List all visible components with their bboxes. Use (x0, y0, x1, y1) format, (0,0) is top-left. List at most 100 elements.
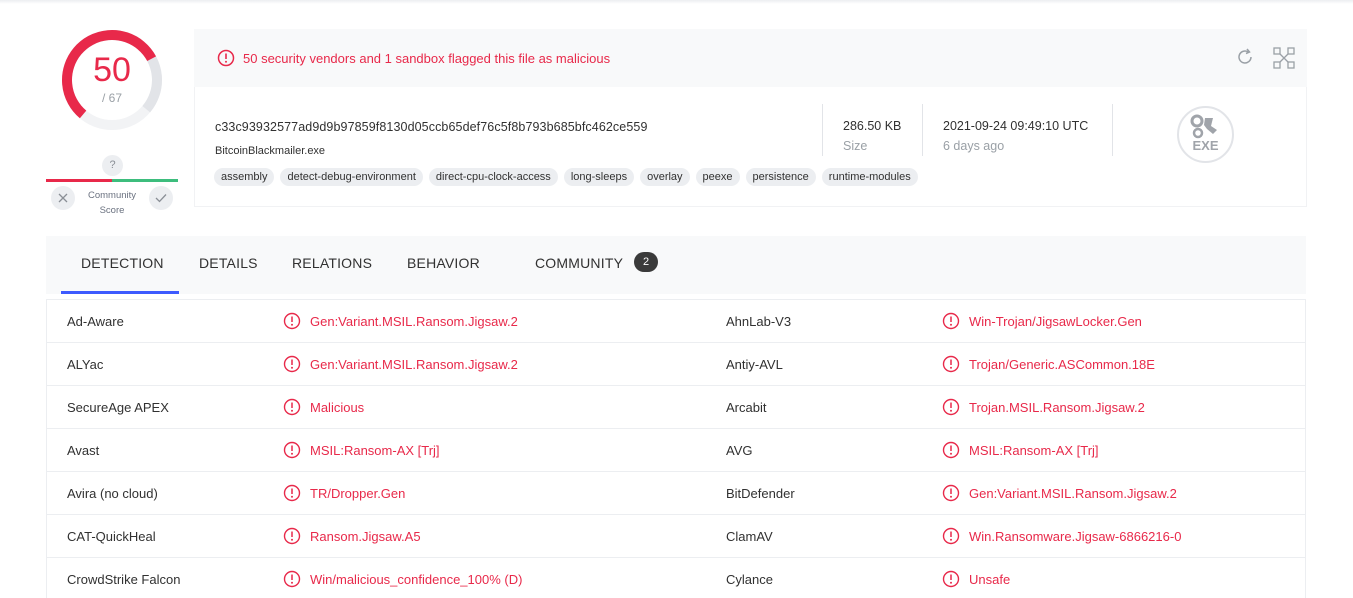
alert-circle-icon (283, 355, 301, 373)
community-count-badge: 2 (634, 252, 658, 272)
vote-harmful-button[interactable] (51, 186, 75, 210)
detection-result: Trojan.MSIL.Ransom.Jigsaw.2 (969, 400, 1145, 415)
file-tag[interactable]: long-sleeps (563, 168, 635, 186)
alert-circle-icon (942, 398, 960, 416)
alert-circle-icon (283, 570, 301, 588)
tab-detection[interactable]: DETECTION (81, 255, 164, 271)
vote-harmless-button[interactable] (149, 186, 173, 210)
tab-details[interactable]: DETAILS (199, 255, 258, 271)
malicious-indicator (283, 441, 301, 464)
detection-result: Win.Ransomware.Jigsaw-6866216-0 (969, 529, 1182, 544)
community-score-label: Community Score (78, 188, 146, 218)
malicious-indicator (283, 484, 301, 507)
file-tag[interactable]: persistence (745, 168, 816, 186)
vendor-name: SecureAge APEX (67, 400, 169, 415)
divider (822, 104, 823, 156)
vendor-name: CrowdStrike Falcon (67, 572, 181, 587)
malicious-indicator (942, 570, 960, 593)
detection-result: Gen:Variant.MSIL.Ransom.Jigsaw.2 (969, 486, 1177, 501)
malicious-indicator (283, 355, 301, 378)
community-label-line2: Score (99, 205, 125, 216)
gears-icon (1190, 114, 1217, 139)
file-tag[interactable]: direct-cpu-clock-access (428, 168, 558, 186)
malicious-indicator (942, 484, 960, 507)
analysis-date-relative: 6 days ago (943, 139, 1005, 153)
file-tag[interactable]: overlay (640, 168, 690, 186)
reanalyze-icon[interactable] (1234, 46, 1256, 68)
malicious-alert-banner: 50 security vendors and 1 sandbox flagge… (194, 29, 1307, 87)
file-size-value: 286.50 KB (843, 119, 902, 133)
file-tag[interactable]: detect-debug-environment (280, 168, 423, 186)
alert-circle-icon (283, 398, 301, 416)
alert-circle-icon (942, 355, 960, 373)
vendor-name: AhnLab-V3 (726, 314, 792, 329)
detection-score-gauge: 50 / 67 (57, 25, 167, 135)
detection-result: MSIL:Ransom-AX [Trj] (310, 443, 440, 458)
malicious-indicator (283, 570, 301, 593)
file-size-label: Size (843, 139, 868, 153)
detection-row: Avast MSIL:Ransom-AX [Trj] AVG MSIL:Ransom-… (47, 429, 1305, 472)
vendor-name: Arcabit (726, 400, 767, 415)
check-icon (155, 194, 167, 203)
detection-row: ALYac Gen:Variant.MSIL.Ransom.Jigsaw.2 Ant… (47, 343, 1305, 386)
community-score-help-icon[interactable]: ? (102, 155, 123, 176)
alert-circle-icon (283, 441, 301, 459)
alert-circle-icon (283, 484, 301, 502)
alert-circle-icon (942, 312, 960, 330)
top-shadow (0, 0, 1353, 4)
close-icon (58, 193, 68, 203)
detection-result: TR/Dropper.Gen (310, 486, 406, 501)
alert-circle-icon (942, 527, 960, 545)
community-score-bar (46, 179, 178, 182)
tab-community[interactable]: COMMUNITY (535, 255, 623, 271)
alert-circle-icon (942, 570, 960, 588)
vendor-name: CAT-QuickHeal (67, 529, 156, 544)
detection-result: Gen:Variant.MSIL.Ransom.Jigsaw.2 (310, 314, 518, 329)
vendor-name: BitDefender (726, 486, 795, 501)
vendor-name: Ad-Aware (67, 314, 124, 329)
detection-result: Trojan/Generic.ASCommon.18E (969, 357, 1155, 372)
active-tab-indicator (61, 291, 179, 294)
file-type-label: EXE (1192, 138, 1219, 153)
detection-row: Avira (no cloud) TR/Dropper.Gen BitDefende… (47, 472, 1305, 515)
alert-circle-icon (283, 312, 301, 330)
detection-result: Gen:Variant.MSIL.Ransom.Jigsaw.2 (310, 357, 518, 372)
detection-result: MSIL:Ransom-AX [Trj] (969, 443, 1099, 458)
malicious-indicator (942, 398, 960, 421)
tab-relations[interactable]: RELATIONS (292, 255, 372, 271)
file-tags: assembly detect-debug-environment direct-c… (214, 168, 918, 186)
detection-table: Ad-Aware Gen:Variant.MSIL.Ransom.Jigsaw.2… (46, 299, 1306, 598)
vendor-name: Cylance (726, 572, 773, 587)
vendor-name: AVG (726, 443, 753, 458)
file-type-badge: EXE (1177, 106, 1234, 163)
detection-result: Ransom.Jigsaw.A5 (310, 529, 421, 544)
detections-count: 50 (93, 51, 131, 89)
file-tag[interactable]: runtime-modules (821, 168, 918, 186)
file-tag[interactable]: assembly (214, 168, 275, 186)
file-info-card: c33c93932577ad9d9b97859f8130d05ccb65def7… (194, 87, 1307, 207)
alert-circle-icon (942, 441, 960, 459)
malicious-indicator (283, 312, 301, 335)
malicious-indicator (942, 312, 960, 335)
malicious-indicator (942, 441, 960, 464)
file-name: BitcoinBlackmailer.exe (215, 145, 326, 157)
vendor-name: Avast (67, 443, 100, 458)
divider (1112, 104, 1113, 156)
vendor-name: ALYac (67, 357, 104, 372)
file-tag[interactable]: peexe (695, 168, 740, 186)
divider (922, 104, 923, 156)
file-hash[interactable]: c33c93932577ad9d9b97859f8130d05ccb65def7… (215, 120, 648, 134)
detection-row: Ad-Aware Gen:Variant.MSIL.Ransom.Jigsaw.2… (47, 300, 1305, 343)
vendor-name: ClamAV (726, 529, 773, 544)
detection-row: SecureAge APEX Malicious Arcabit Trojan.MSI… (47, 386, 1305, 429)
malicious-indicator (942, 527, 960, 550)
alert-message: 50 security vendors and 1 sandbox flagge… (243, 51, 611, 66)
community-label-line1: Community (87, 190, 137, 201)
analysis-date-value: 2021-09-24 09:49:10 UTC (943, 119, 1089, 133)
similar-files-icon[interactable] (1272, 46, 1296, 70)
tab-behavior[interactable]: BEHAVIOR (407, 255, 480, 271)
malicious-indicator (942, 355, 960, 378)
alert-circle-icon (217, 49, 235, 67)
alert-circle-icon (283, 527, 301, 545)
vendor-name: Avira (no cloud) (67, 486, 158, 501)
